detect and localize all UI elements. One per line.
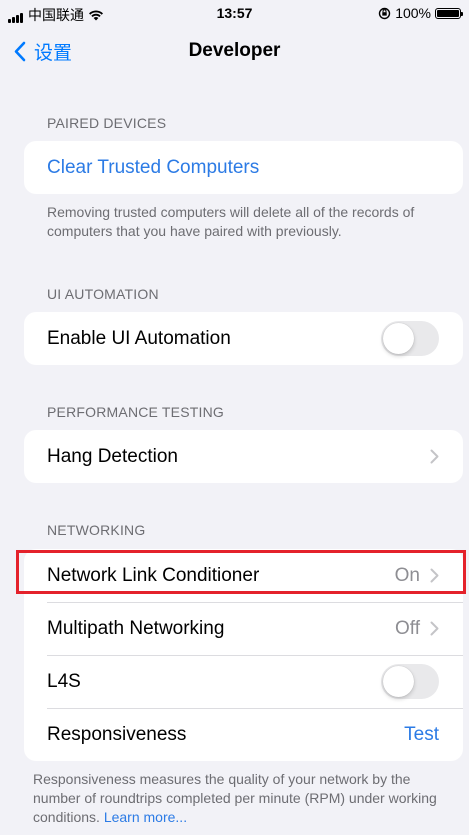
multipath-networking-label: Multipath Networking bbox=[47, 617, 225, 639]
clear-trusted-computers-label: Clear Trusted Computers bbox=[47, 156, 260, 178]
enable-ui-automation-toggle[interactable] bbox=[381, 321, 439, 356]
status-right: 100% bbox=[378, 5, 463, 21]
chevron-right-icon bbox=[430, 449, 439, 464]
chevron-right-icon bbox=[430, 568, 439, 583]
responsiveness-row: Responsiveness Test bbox=[24, 708, 463, 761]
responsiveness-label: Responsiveness bbox=[47, 723, 187, 745]
ui-automation-card: Enable UI Automation bbox=[24, 312, 463, 365]
enable-ui-automation-label: Enable UI Automation bbox=[47, 327, 231, 349]
networking-footer-text: Responsiveness measures the quality of y… bbox=[33, 771, 437, 825]
navigation-bar: 设置 Developer bbox=[0, 26, 469, 74]
section-header-networking: NETWORKING bbox=[47, 522, 146, 538]
performance-testing-card: Hang Detection bbox=[24, 430, 463, 483]
multipath-networking-value: Off bbox=[395, 617, 420, 639]
hang-detection-row[interactable]: Hang Detection bbox=[24, 430, 463, 483]
battery-percent: 100% bbox=[395, 5, 431, 21]
l4s-toggle[interactable] bbox=[381, 664, 439, 699]
learn-more-link[interactable]: Learn more... bbox=[104, 809, 187, 825]
network-link-conditioner-value: On bbox=[394, 564, 420, 586]
paired-devices-card: Clear Trusted Computers bbox=[24, 141, 463, 194]
battery-icon bbox=[435, 7, 463, 19]
status-bar: 中国联通 13:57 100% bbox=[0, 0, 469, 26]
networking-footer: Responsiveness measures the quality of y… bbox=[33, 770, 443, 827]
network-link-conditioner-label: Network Link Conditioner bbox=[47, 564, 260, 586]
clear-trusted-computers-button[interactable]: Clear Trusted Computers bbox=[24, 141, 463, 194]
section-header-ui-automation: UI AUTOMATION bbox=[47, 286, 159, 302]
page-title: Developer bbox=[188, 40, 281, 61]
l4s-label: L4S bbox=[47, 670, 81, 692]
l4s-row: L4S bbox=[24, 655, 463, 708]
orientation-lock-icon bbox=[378, 7, 391, 19]
hang-detection-label: Hang Detection bbox=[47, 445, 178, 467]
chevron-right-icon bbox=[430, 621, 439, 636]
enable-ui-automation-row: Enable UI Automation bbox=[24, 312, 463, 365]
networking-card: Network Link Conditioner On Multipath Ne… bbox=[24, 549, 463, 761]
section-header-performance-testing: PERFORMANCE TESTING bbox=[47, 404, 225, 420]
section-header-paired-devices: PAIRED DEVICES bbox=[47, 115, 167, 131]
network-link-conditioner-row[interactable]: Network Link Conditioner On bbox=[24, 549, 463, 602]
responsiveness-test-button[interactable]: Test bbox=[404, 724, 439, 746]
multipath-networking-row[interactable]: Multipath Networking Off bbox=[24, 602, 463, 655]
paired-devices-footer: Removing trusted computers will delete a… bbox=[47, 204, 415, 239]
